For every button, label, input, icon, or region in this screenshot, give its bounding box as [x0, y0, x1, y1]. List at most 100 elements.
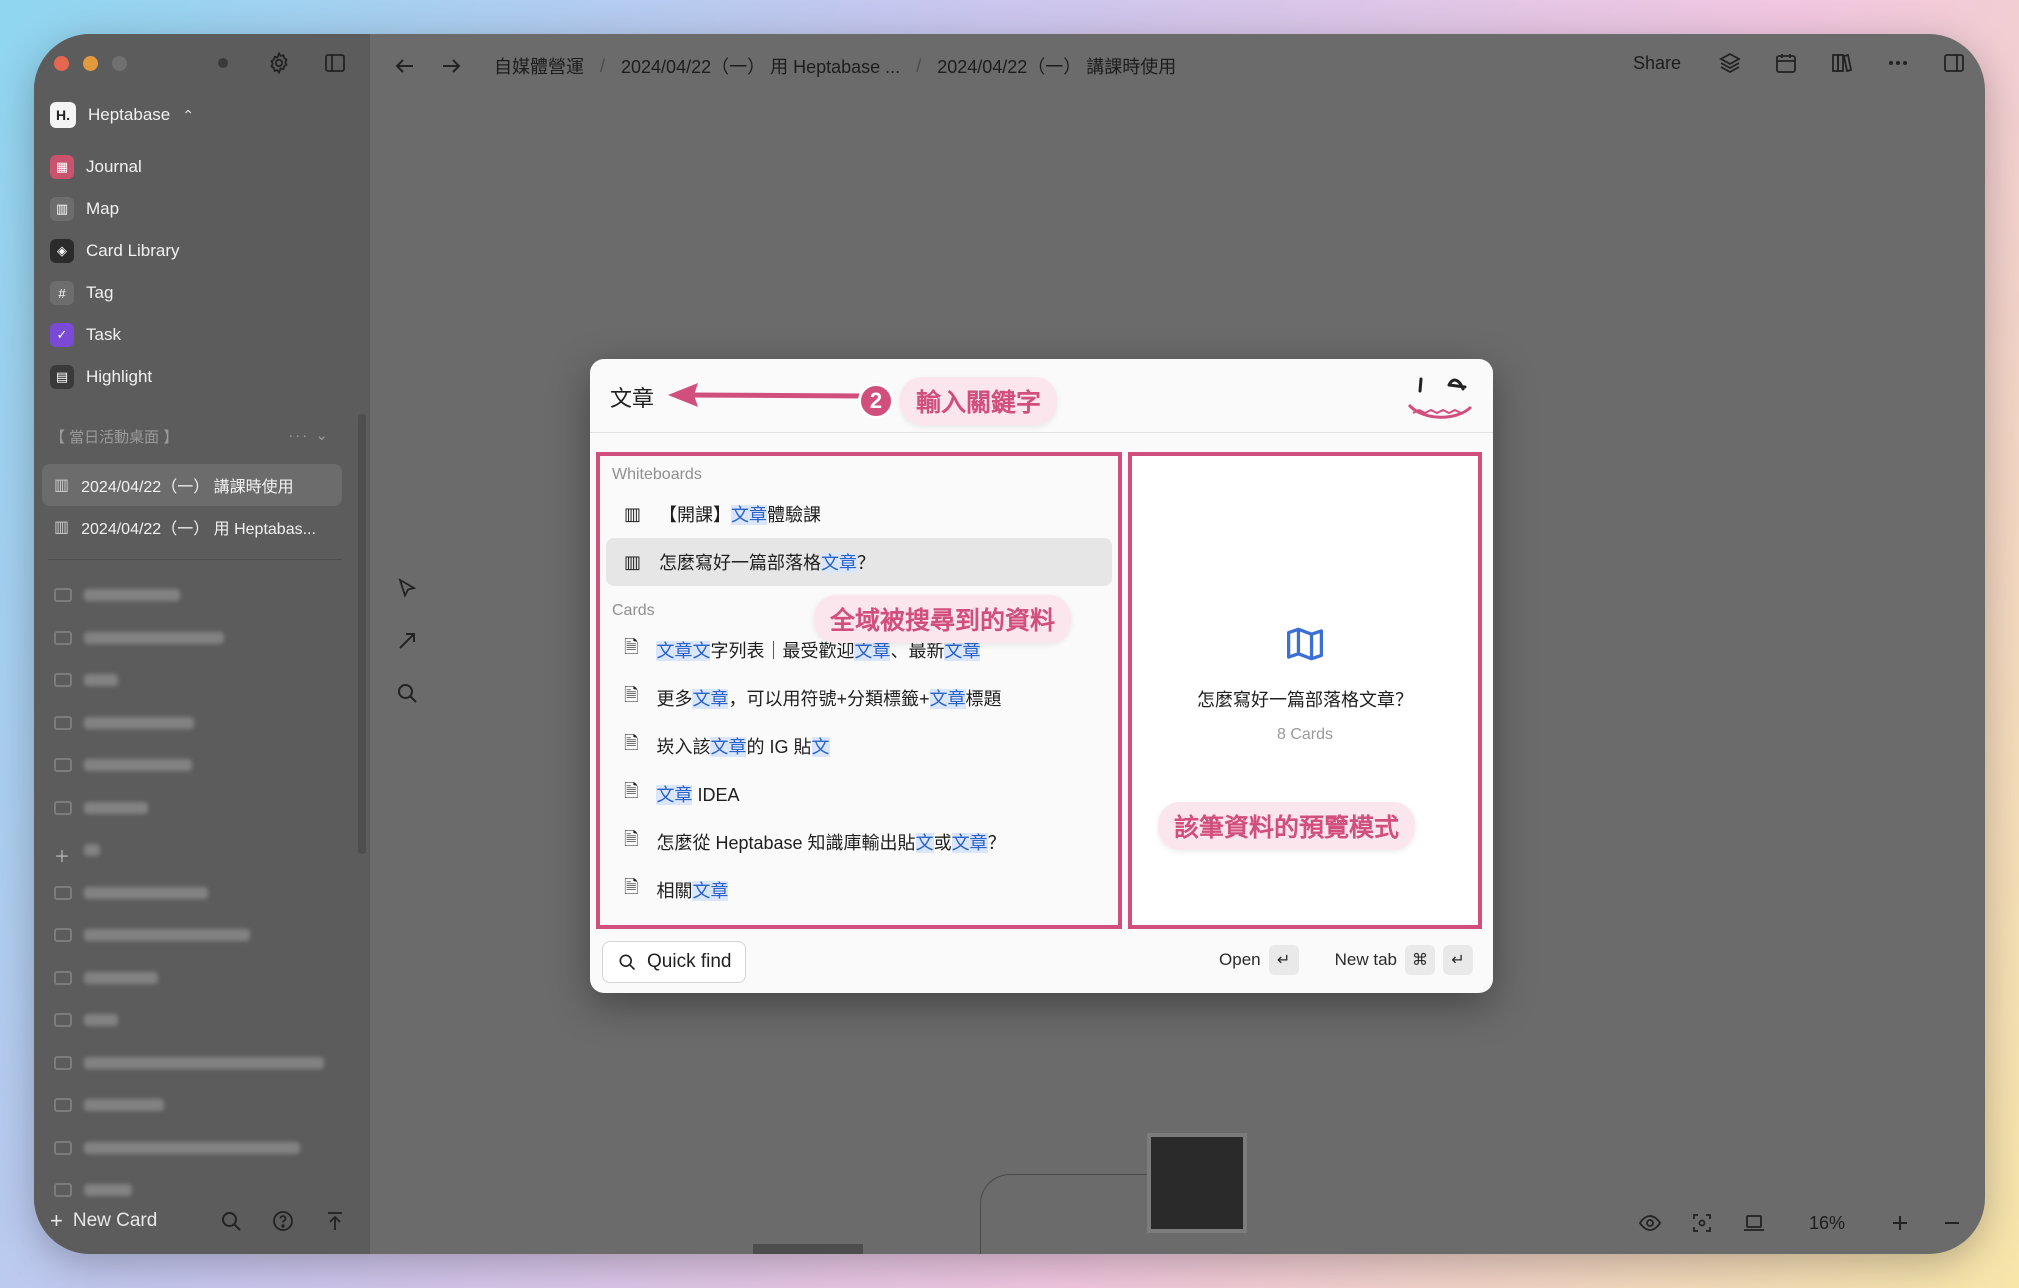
document-icon: 🗎	[624, 877, 639, 897]
laptop-icon[interactable]	[1739, 1208, 1769, 1238]
app-window: H. Heptabase ⌃ ▦ Journal ▥ Map ◈ Card Li…	[34, 34, 1985, 1254]
sidebar-item-task[interactable]: ✓ Task	[46, 314, 358, 356]
list-item[interactable]	[48, 1084, 330, 1127]
map-icon: ▥	[54, 477, 70, 494]
list-item[interactable]	[48, 617, 330, 660]
breadcrumb-item[interactable]: 2024/04/22（一） 講課時使用	[937, 53, 1176, 79]
close-window-button[interactable]	[54, 56, 69, 71]
sidebar-item-map[interactable]: ▥ Map	[46, 188, 358, 230]
result-item-card[interactable]: 🗎 文章 IDEA	[606, 770, 1112, 818]
arrow-tool-icon[interactable]	[392, 626, 422, 656]
blurred-item-list: ＋	[48, 574, 330, 1212]
whiteboard-item-label: 2024/04/22（一） 講課時使用	[81, 479, 294, 496]
top-bar-actions: Share	[1633, 48, 1969, 78]
zoom-window-button[interactable]	[112, 56, 127, 71]
search-icon[interactable]	[216, 1206, 246, 1236]
list-item[interactable]	[48, 574, 330, 617]
result-title: 怎麼從 Heptabase 知識庫輸出貼文或文章？	[656, 833, 1006, 853]
result-item-card[interactable]: 🗎 怎麼從 Heptabase 知識庫輸出貼文或文章？	[606, 818, 1112, 866]
list-item[interactable]	[48, 659, 330, 702]
list-item[interactable]	[48, 1127, 330, 1170]
sidebar-item-label: Tag	[86, 283, 114, 302]
chevron-updown-icon: ⌃	[182, 106, 194, 123]
enter-key-icon: ↵	[1443, 945, 1473, 975]
upload-icon[interactable]	[320, 1206, 350, 1236]
result-item-card[interactable]: 🗎 更多文章，可以用符號+分類標籤+文章標題	[606, 674, 1112, 722]
hash-icon: #	[50, 281, 74, 305]
books-icon[interactable]	[1827, 48, 1857, 78]
result-item-whiteboard[interactable]: ▥ 怎麼寫好一篇部落格文章？	[606, 538, 1112, 586]
fit-view-icon[interactable]	[1687, 1208, 1717, 1238]
whiteboard-list: ▥ 2024/04/22（一） 講課時使用 ▥ 2024/04/22（一） 用 …	[42, 464, 342, 548]
list-item[interactable]	[48, 787, 330, 830]
whiteboard-item[interactable]: ▥ 2024/04/22（一） 講課時使用	[42, 464, 342, 506]
whiteboard-item[interactable]: ▥ 2024/04/22（一） 用 Heptabas...	[42, 506, 342, 548]
sidebar-item-tag[interactable]: # Tag	[46, 272, 358, 314]
sidebar-item-highlight[interactable]: ▤ Highlight	[46, 356, 358, 398]
workspace-switcher[interactable]: H. Heptabase ⌃	[50, 102, 194, 128]
group-label-whiteboards: Whiteboards	[612, 466, 702, 483]
search-input[interactable]: 文章	[610, 381, 654, 413]
pointer-icon[interactable]	[392, 574, 422, 604]
list-item[interactable]	[48, 702, 330, 745]
result-title: 怎麼寫好一篇部落格文章？	[659, 553, 876, 573]
list-item[interactable]: ＋	[48, 829, 330, 872]
share-button[interactable]: Share	[1633, 53, 1681, 74]
list-item[interactable]	[48, 1042, 330, 1085]
breadcrumb-item[interactable]: 自媒體營運	[494, 53, 584, 79]
sidebar-scrollbar[interactable]	[358, 414, 366, 854]
eye-icon[interactable]	[1635, 1208, 1665, 1238]
zoom-out-icon[interactable]	[1937, 1208, 1967, 1238]
sidebar-item-card-library[interactable]: ◈ Card Library	[46, 230, 358, 272]
preview-card-count: 8 Cards	[1276, 726, 1334, 743]
result-title: 【開課】文章體驗課	[659, 505, 822, 525]
list-item[interactable]	[48, 914, 330, 957]
mascot-doodle-icon	[1407, 377, 1473, 419]
annotation-preview-callout: 該筆資料的預覽模式	[1158, 802, 1416, 850]
top-bar: 自媒體營運 / 2024/04/22（一） 用 Heptabase ... / …	[370, 34, 1985, 98]
result-item-whiteboard[interactable]: ▥ 【開課】文章體驗課	[606, 490, 1112, 538]
new-tab-label[interactable]: New tab	[1335, 950, 1397, 970]
list-item[interactable]	[48, 872, 330, 915]
minimize-window-button[interactable]	[83, 56, 98, 71]
whiteboard-thumbnail[interactable]	[1147, 1133, 1247, 1233]
open-label[interactable]: Open	[1219, 950, 1261, 970]
quick-find-label: Quick find	[647, 951, 732, 972]
result-title: 文章 IDEA	[656, 785, 740, 805]
layers-icon[interactable]	[1715, 48, 1745, 78]
canvas-card[interactable]	[753, 1244, 863, 1254]
sync-status-icon	[208, 48, 238, 78]
new-card-button[interactable]: + New Card	[50, 1208, 194, 1234]
more-icon[interactable]	[1883, 48, 1913, 78]
search-icon[interactable]	[392, 678, 422, 708]
sidebar-toggle-icon[interactable]	[320, 48, 350, 78]
quick-find-button[interactable]: Quick find	[602, 941, 747, 983]
breadcrumb-separator: /	[600, 55, 606, 76]
gear-icon[interactable]	[264, 48, 294, 78]
sidebar-divider	[48, 559, 342, 560]
forward-arrow-icon[interactable]	[436, 51, 466, 81]
result-item-card[interactable]: 🗎 相關文章	[606, 866, 1112, 914]
list-item[interactable]	[48, 744, 330, 787]
window-controls	[54, 56, 127, 71]
breadcrumb: 自媒體營運 / 2024/04/22（一） 用 Heptabase ... / …	[494, 53, 1176, 79]
annotation-results-callout: 全域被搜尋到的資料	[814, 595, 1072, 643]
document-icon: 🗎	[624, 829, 639, 849]
breadcrumb-item[interactable]: 2024/04/22（一） 用 Heptabase ...	[621, 53, 900, 79]
list-item[interactable]	[48, 957, 330, 1000]
keyboard-shortcuts: Open ↵ New tab ⌘ ↵	[1219, 945, 1473, 975]
list-item[interactable]	[48, 999, 330, 1042]
result-title: 更多文章，可以用符號+分類標籤+文章標題	[656, 689, 1002, 709]
sidebar-item-label: Journal	[86, 157, 142, 176]
sidebar-item-journal[interactable]: ▦ Journal	[46, 146, 358, 188]
zoom-in-icon[interactable]	[1885, 1208, 1915, 1238]
help-icon[interactable]	[268, 1206, 298, 1236]
result-item-card[interactable]: 🗎 崁入該文章的 IG 貼文	[606, 722, 1112, 770]
document-icon: 🗎	[624, 733, 639, 753]
calendar-icon[interactable]	[1771, 48, 1801, 78]
sidebar-item-label: Map	[86, 199, 120, 218]
right-panel-icon[interactable]	[1939, 48, 1969, 78]
back-arrow-icon[interactable]	[390, 51, 420, 81]
map-icon: ▥	[624, 551, 642, 572]
section-actions[interactable]: ··· ⌄	[288, 426, 330, 447]
